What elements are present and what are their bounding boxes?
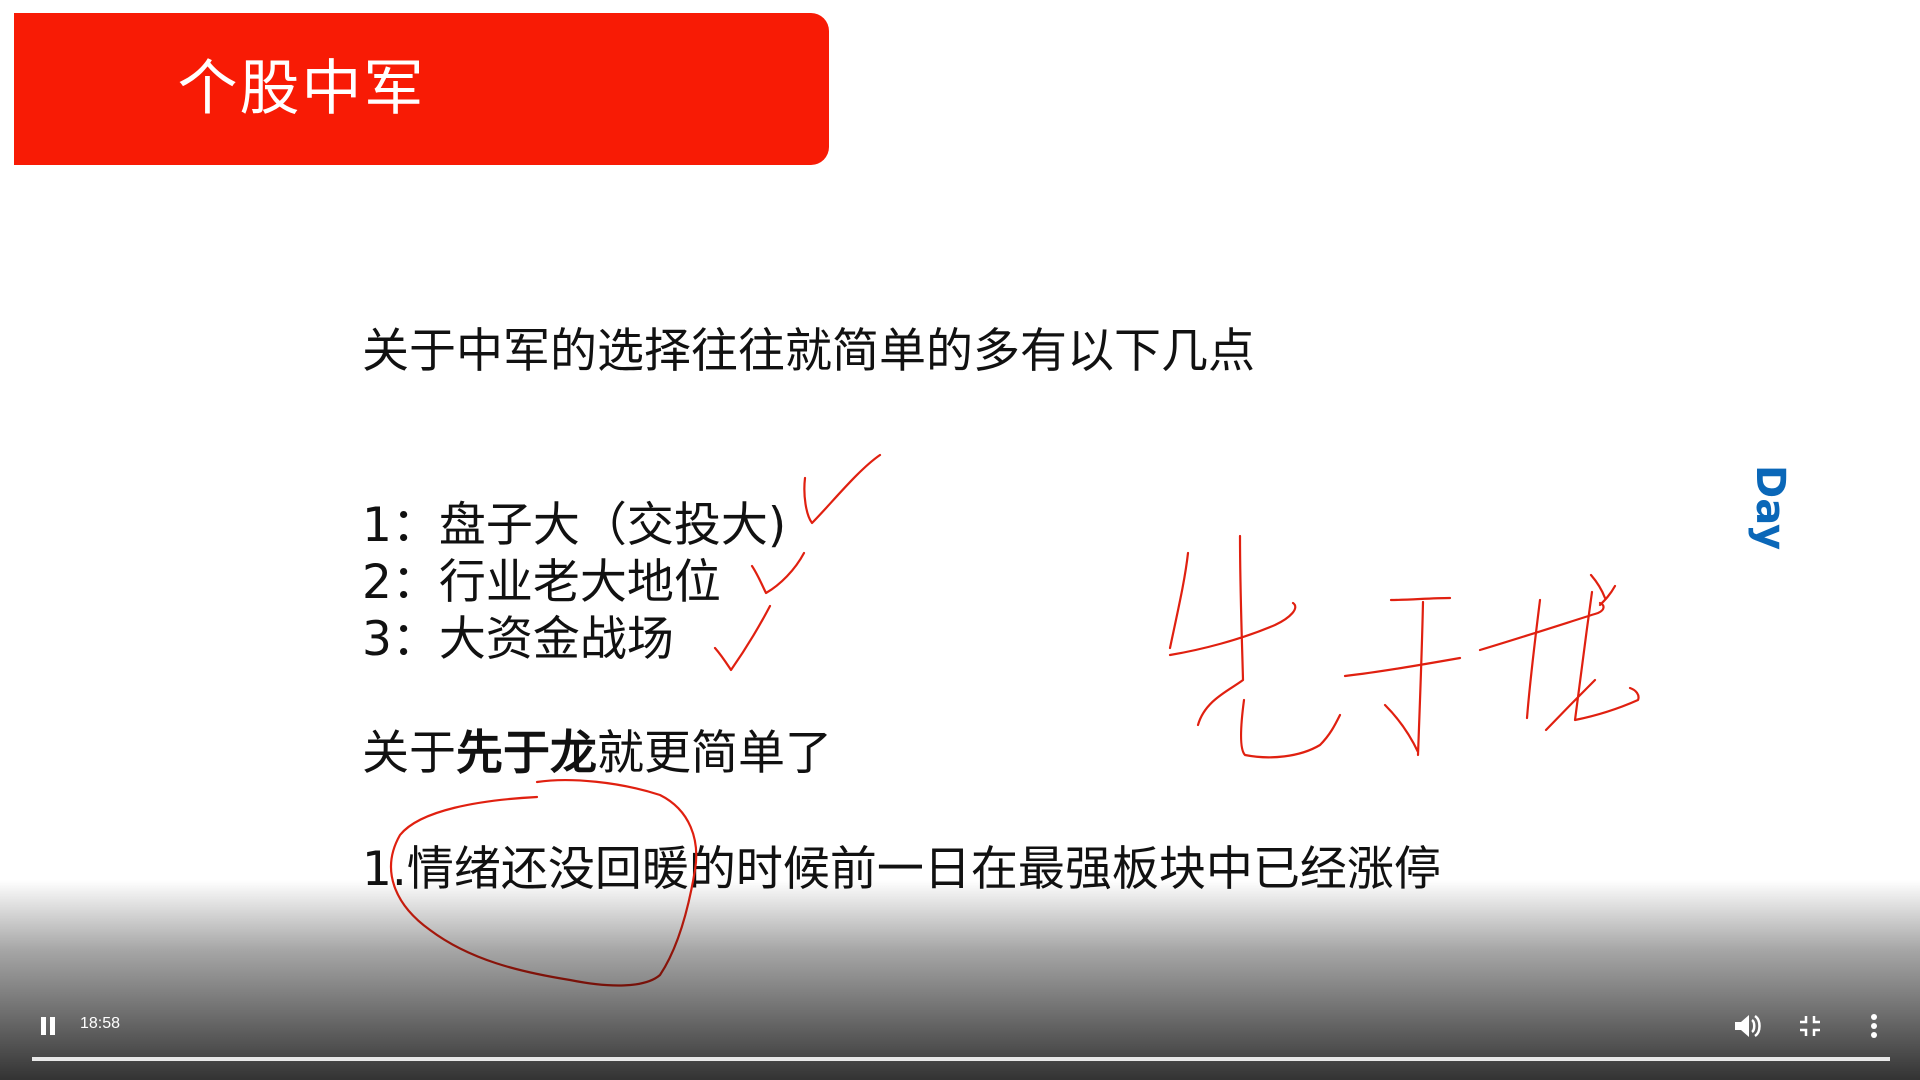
section-heading-bold: 先于龙: [456, 726, 597, 781]
player-controls-overlay: [0, 880, 1920, 1080]
current-time: 18:58: [80, 1015, 121, 1032]
title-banner: 个股中军: [14, 13, 829, 165]
more-options-button[interactable]: [1850, 1002, 1898, 1050]
check-mark-2: [750, 551, 806, 595]
section-heading-suffix: 就更简单了: [597, 726, 832, 781]
section-heading: 关于先于龙就更简单了: [362, 714, 832, 783]
handwriting-xian: [1168, 534, 1342, 759]
more-vertical-icon: [1871, 1014, 1877, 1038]
volume-button[interactable]: [1722, 1002, 1770, 1050]
handwriting-long: [1478, 573, 1640, 732]
volume-icon: [1735, 1014, 1761, 1038]
slide: 个股中军 关于中军的选择往往就简单的多有以下几点 1：盘子大（交投大) 2：行业…: [0, 0, 1920, 1080]
handwriting-yu: [1343, 596, 1462, 757]
exit-fullscreen-icon: [1800, 1016, 1820, 1036]
point-3: 3：大资金战场: [362, 612, 674, 667]
progress-bar[interactable]: [32, 1057, 1890, 1061]
exit-fullscreen-button[interactable]: [1786, 1002, 1834, 1050]
pause-button[interactable]: [24, 1002, 72, 1050]
intro-line: 关于中军的选择往往就简单的多有以下几点: [362, 324, 1255, 379]
progress-bar-fill: [32, 1057, 1890, 1061]
pause-icon: [41, 1017, 55, 1035]
check-mark-1: [803, 453, 882, 525]
check-mark-3: [713, 604, 772, 672]
section-heading-prefix: 关于: [362, 726, 456, 781]
day-label: Day: [1747, 465, 1793, 551]
slide-title: 个股中军: [177, 54, 426, 124]
